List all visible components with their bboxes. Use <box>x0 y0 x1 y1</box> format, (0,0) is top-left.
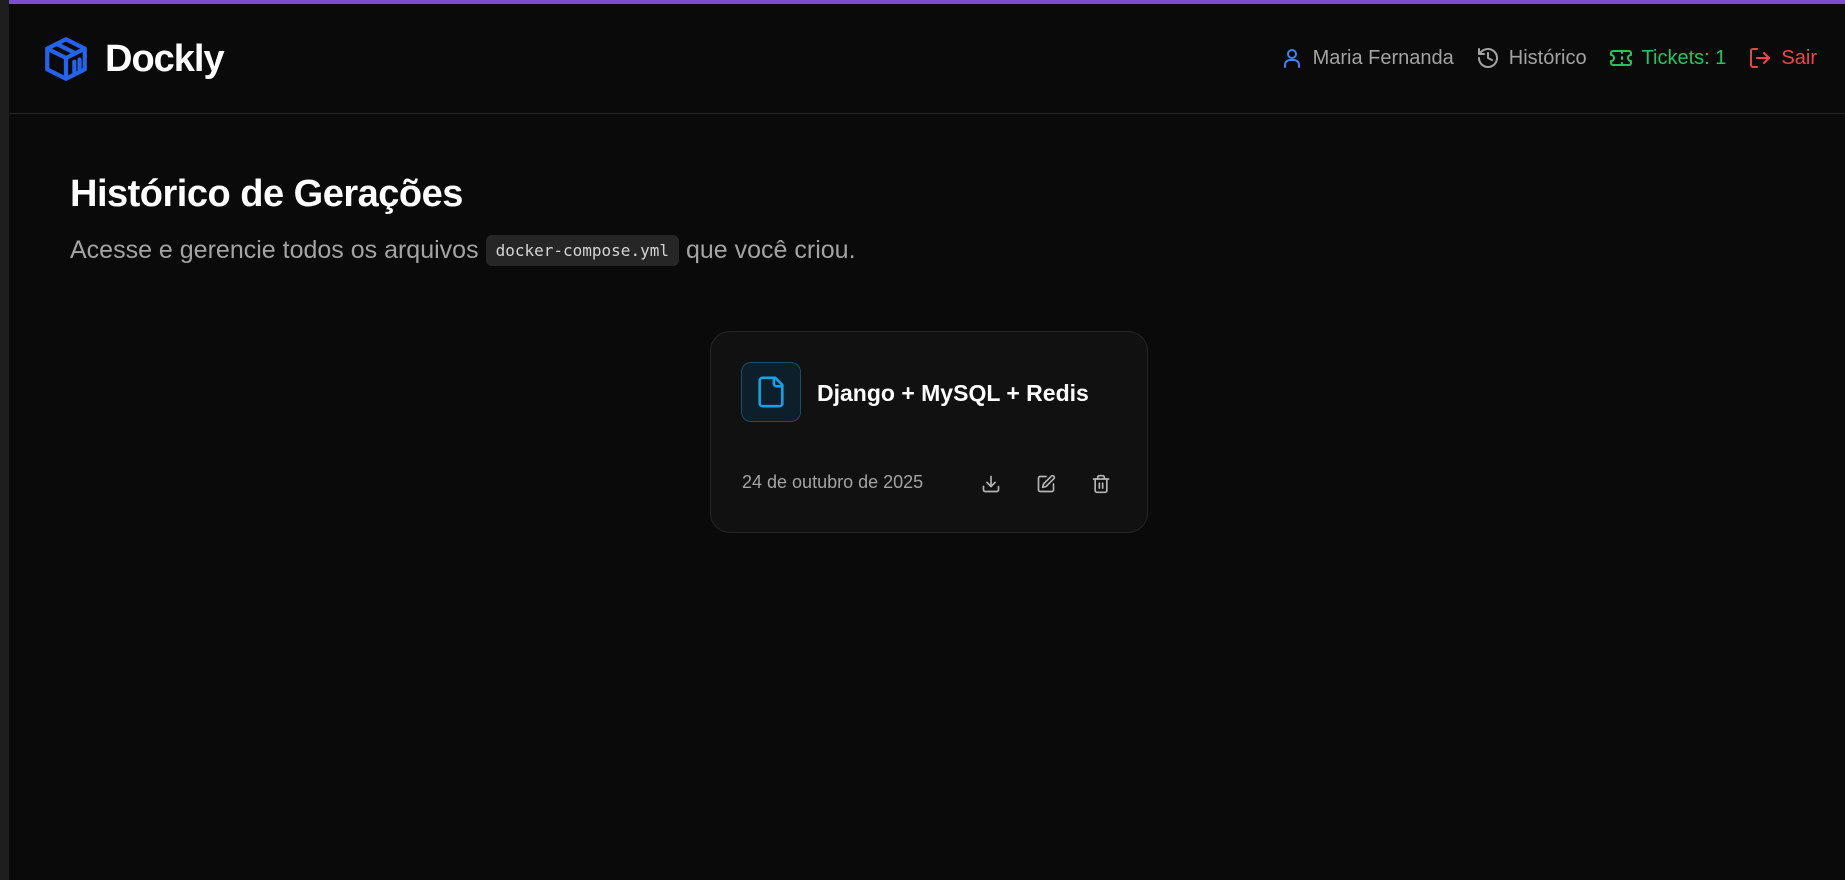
app-root: Dockly Maria Fernanda Histórico Tickets:… <box>0 0 1845 880</box>
download-icon <box>982 475 1000 493</box>
user-icon <box>1283 49 1300 68</box>
box-logo-icon <box>41 34 91 84</box>
file-icon-box <box>741 362 801 422</box>
page-subtitle: Acesse e gerencie todos os arquivos dock… <box>70 235 856 266</box>
user-nav: Maria Fernanda Histórico Tickets: 1 Sair <box>1280 46 1817 70</box>
generation-date: 24 de outubro de 2025 <box>742 472 924 492</box>
page-title: Histórico de Gerações <box>70 173 463 215</box>
download-button[interactable] <box>975 468 1007 500</box>
filename-code-chip: docker-compose.yml <box>485 235 679 266</box>
user-profile-link[interactable]: Maria Fernanda <box>1280 46 1454 70</box>
generation-title: Django + MySQL + Redis <box>817 380 1089 406</box>
tickets-label: Tickets: 1 <box>1641 46 1727 69</box>
tickets-link[interactable]: Tickets: 1 <box>1609 46 1727 70</box>
brand-logo-link[interactable]: Dockly <box>41 34 225 84</box>
logout-button[interactable]: Sair <box>1748 46 1817 70</box>
generation-card[interactable]: Django + MySQL + Redis 24 de outubro de … <box>710 331 1148 533</box>
edit-icon <box>1037 474 1056 493</box>
left-window-edge <box>0 0 9 880</box>
subtitle-text-before: Acesse e gerencie todos os arquivos <box>70 236 479 264</box>
top-navbar: Dockly Maria Fernanda Histórico Tickets:… <box>9 4 1845 114</box>
logout-label: Sair <box>1781 46 1817 69</box>
logout-icon <box>1750 48 1771 68</box>
history-link[interactable]: Histórico <box>1476 46 1587 70</box>
generation-actions <box>975 468 1117 500</box>
brand-name: Dockly <box>105 37 225 80</box>
delete-button[interactable] <box>1085 468 1117 500</box>
subtitle-text-after: que você criou. <box>685 236 856 264</box>
history-label: Histórico <box>1508 46 1587 69</box>
history-icon <box>1477 48 1498 68</box>
ticket-icon <box>1609 50 1632 66</box>
edit-button[interactable] <box>1030 468 1062 500</box>
user-name: Maria Fernanda <box>1312 46 1454 69</box>
trash-icon <box>1092 474 1110 494</box>
file-icon <box>758 376 784 408</box>
